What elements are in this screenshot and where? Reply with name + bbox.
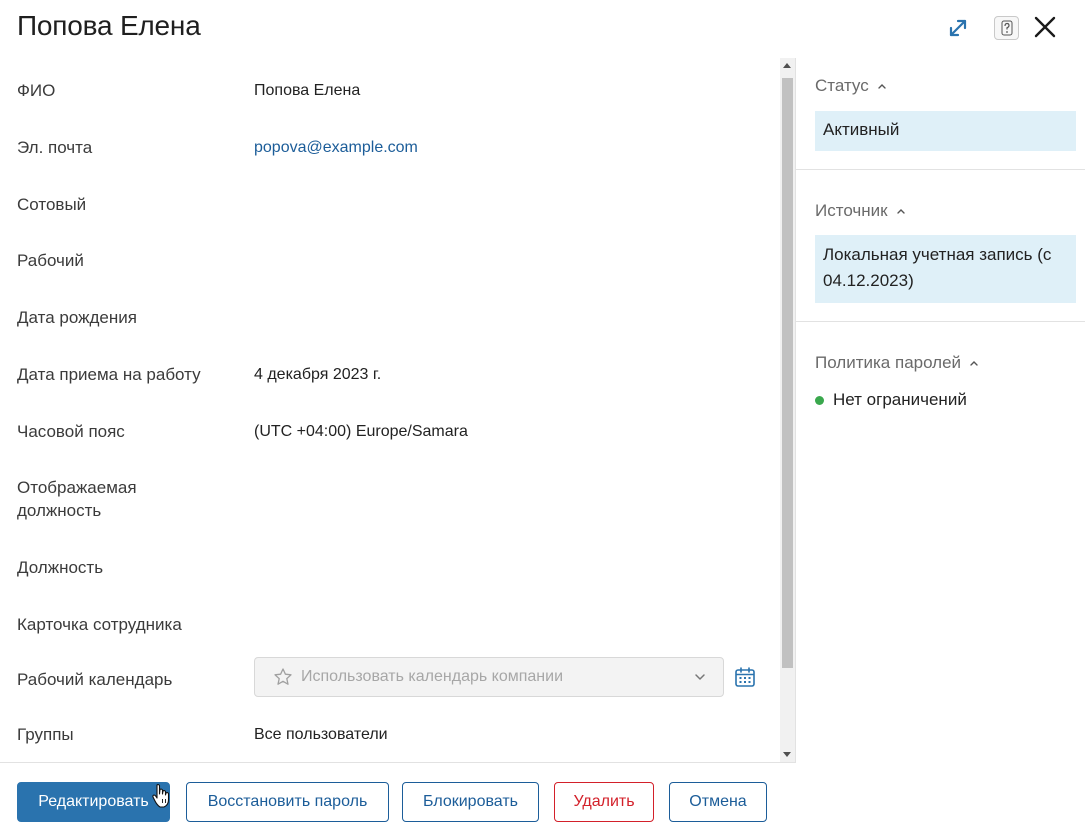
- password-policy-value: Нет ограничений: [833, 390, 967, 409]
- delete-button[interactable]: Удалить: [554, 782, 654, 822]
- reset-password-button[interactable]: Восстановить пароль: [186, 782, 389, 822]
- expand-icon[interactable]: [946, 16, 970, 40]
- status-dot-icon: [815, 395, 824, 405]
- page-title: Попова Елена: [17, 10, 201, 41]
- edit-button[interactable]: Редактировать: [17, 782, 170, 822]
- star-icon: [274, 668, 292, 685]
- field-label: Карточка сотрудника: [17, 615, 182, 634]
- status-value: Активный: [815, 111, 1076, 151]
- block-button[interactable]: Блокировать: [402, 782, 539, 822]
- chevron-down-icon: [695, 674, 705, 680]
- hire-date-value: 4 декабря 2023 г.: [254, 366, 382, 383]
- password-policy-section-header[interactable]: Политика паролей: [815, 353, 979, 373]
- field-label: Дата приема на работу: [17, 365, 201, 384]
- section-divider: [796, 321, 1085, 322]
- field-label: Должность: [17, 558, 104, 577]
- work-calendar-placeholder: Использовать календарь компании: [301, 668, 563, 685]
- details-scrollbar[interactable]: [780, 58, 795, 762]
- cancel-button[interactable]: Отмена: [669, 782, 767, 822]
- password-policy-item: Нет ограничений: [815, 390, 967, 410]
- email-link[interactable]: popova@example.com: [254, 136, 418, 159]
- full-name-value: Попова Елена: [254, 82, 361, 99]
- scroll-down-arrow[interactable]: [783, 752, 791, 757]
- field-label: Эл. почта: [17, 138, 93, 157]
- field-label: ФИО: [17, 81, 56, 100]
- source-section-title: Источник: [815, 201, 888, 220]
- field-label: Сотовый: [17, 195, 87, 214]
- work-calendar-select[interactable]: Использовать календарь компании: [254, 657, 724, 697]
- status-section-title: Статус: [815, 76, 869, 95]
- status-section-header[interactable]: Статус: [815, 76, 887, 96]
- groups-value: Все пользователи: [254, 726, 388, 743]
- scrollbar-thumb[interactable]: [782, 78, 793, 668]
- user-details-panel: ФИО Попова Елена Эл. почта popova@exampl…: [0, 60, 780, 762]
- calendar-icon: [735, 667, 755, 687]
- caret-up-icon: [878, 84, 886, 89]
- password-policy-section-title: Политика паролей: [815, 353, 962, 372]
- source-value: Локальная учетная запись (с 04.12.2023): [815, 235, 1076, 303]
- caret-up-icon: [896, 209, 905, 214]
- field-label: Рабочий: [17, 251, 84, 270]
- field-label: Отображаемая должность: [17, 478, 137, 520]
- field-label: Часовой пояс: [17, 422, 125, 441]
- field-label: Группы: [17, 725, 74, 744]
- calendar-button[interactable]: [733, 657, 757, 697]
- timezone-value: (UTC +04:00) Europe/Samara: [254, 423, 468, 440]
- close-icon[interactable]: [1032, 14, 1058, 40]
- field-label: Дата рождения: [17, 308, 137, 327]
- status-sidebar: Статус Активный Источник Локальная учетн…: [796, 58, 1085, 832]
- section-divider: [796, 169, 1085, 170]
- action-bar: Редактировать Восстановить пароль Блокир…: [0, 762, 796, 832]
- caret-up-icon: [970, 361, 978, 366]
- field-label: Рабочий календарь: [17, 670, 173, 689]
- help-question-glyph: [1001, 20, 1012, 36]
- scroll-up-arrow[interactable]: [783, 63, 791, 68]
- help-icon[interactable]: [994, 16, 1019, 40]
- source-section-header[interactable]: Источник: [815, 201, 906, 221]
